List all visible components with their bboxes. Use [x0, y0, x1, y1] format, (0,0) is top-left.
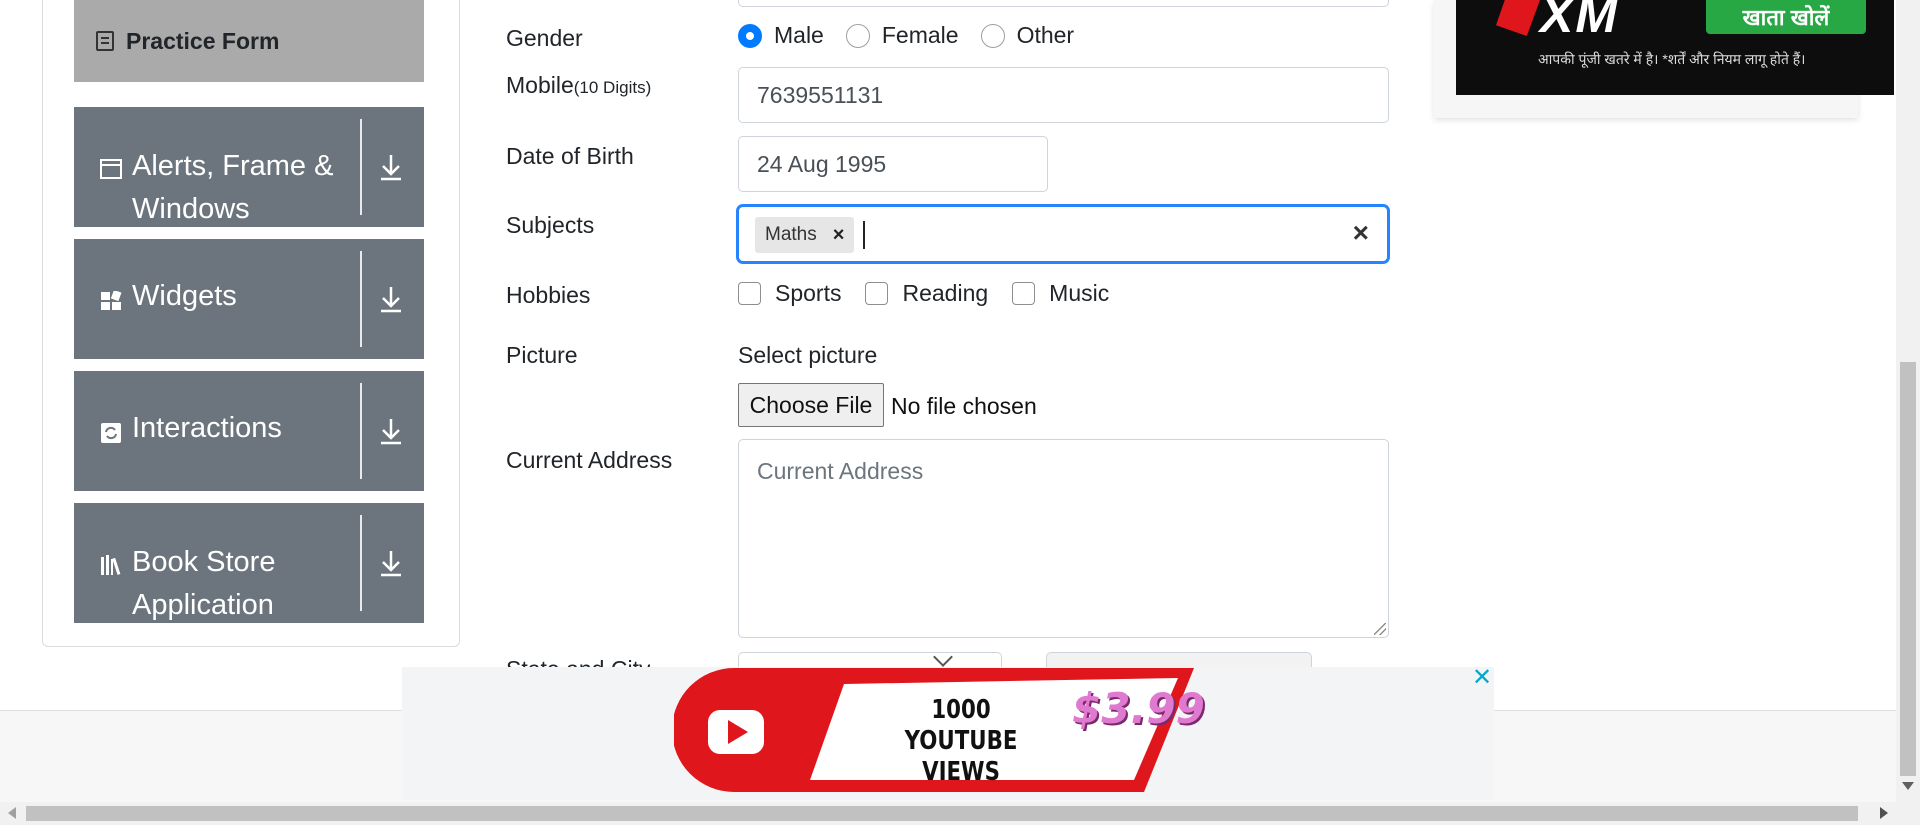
gender-radio-group: Male Female Other: [738, 22, 1096, 49]
widgets-icon: [101, 291, 122, 310]
divider: [360, 515, 362, 611]
books-icon: [101, 555, 121, 575]
dob-input[interactable]: 24 Aug 1995: [738, 136, 1048, 192]
download-icon[interactable]: [378, 285, 404, 313]
mobile-input[interactable]: 7639551131: [738, 67, 1389, 123]
email-field[interactable]: [738, 0, 1389, 7]
ad-headline: 1000 YOUTUBE VIEWS: [891, 695, 1030, 788]
horizontal-scrollbar[interactable]: [0, 802, 1920, 825]
radio-male[interactable]: [738, 23, 762, 48]
sidebar-item-practice-form[interactable]: Practice Form: [74, 0, 424, 82]
checkbox-label: Sports: [775, 280, 842, 306]
gender-male[interactable]: Male: [738, 22, 824, 49]
subjects-input[interactable]: Maths × ×: [737, 205, 1389, 263]
gender-female[interactable]: Female: [845, 22, 959, 49]
scroll-right-icon[interactable]: [1880, 807, 1888, 819]
radio-label: Other: [1016, 22, 1075, 48]
file-status: No file chosen: [891, 393, 1037, 419]
gender-label: Gender: [506, 25, 583, 51]
address-placeholder: Current Address: [757, 458, 924, 484]
sidebar-group-interactions[interactable]: Interactions: [74, 371, 424, 491]
checkbox-label: Music: [1049, 280, 1110, 306]
sidebar-group-label: Widgets: [132, 280, 237, 312]
checkbox-reading[interactable]: [865, 282, 889, 305]
scroll-down-icon[interactable]: [1902, 782, 1914, 790]
download-icon[interactable]: [378, 417, 404, 445]
download-icon[interactable]: [378, 153, 404, 181]
radio-female[interactable]: [845, 23, 870, 48]
mobile-label: Mobile(10 Digits): [506, 72, 651, 99]
sidebar-group-alerts[interactable]: Alerts, Frame & Windows: [74, 107, 424, 227]
choose-file-button[interactable]: Choose File: [738, 383, 884, 427]
hobbies-group: Sports Reading Music: [738, 280, 1133, 307]
sidebar-group-label: Book Store Application: [132, 546, 276, 621]
sidebar-group-widgets[interactable]: Widgets: [74, 239, 424, 359]
radio-label: Male: [774, 22, 824, 48]
ad-price: $3.99: [1072, 684, 1205, 733]
chip-remove-icon[interactable]: ×: [833, 224, 845, 247]
download-icon[interactable]: [378, 549, 404, 577]
mobile-value: 7639551131: [757, 81, 884, 108]
sidebar-item-label: Practice Form: [126, 27, 280, 54]
ad-cta-button[interactable]: खाता खोलें: [1706, 0, 1866, 34]
divider: [360, 119, 362, 215]
radio-other[interactable]: [980, 23, 1005, 48]
sidebar-group-label: Alerts, Frame & Windows: [132, 150, 334, 225]
picture-label: Picture: [506, 342, 578, 368]
subjects-label: Subjects: [506, 212, 595, 238]
scroll-left-icon[interactable]: [8, 807, 16, 819]
hobby-reading[interactable]: Reading: [865, 280, 988, 307]
hobby-sports[interactable]: Sports: [738, 280, 841, 307]
dob-label: Date of Birth: [506, 143, 634, 169]
chip-label: Maths: [765, 224, 817, 245]
hobby-music[interactable]: Music: [1012, 280, 1109, 307]
scroll-thumb[interactable]: [26, 806, 1858, 821]
hobbies-label: Hobbies: [506, 282, 591, 308]
checkbox-label: Reading: [902, 280, 989, 306]
form-icon: [96, 31, 114, 51]
top-ad-banner[interactable]: XM खाता खोलें आपकी पूंजी खतरे में है। *श…: [1456, 0, 1894, 95]
dob-value: 24 Aug 1995: [757, 150, 887, 177]
ad-fine-print: आपकी पूंजी खतरे में है। *शर्तें और नियम …: [1538, 51, 1806, 67]
scroll-thumb[interactable]: [1900, 362, 1916, 776]
address-textarea[interactable]: Current Address: [738, 439, 1389, 638]
interactions-icon: [101, 423, 121, 443]
ad-brand: XM: [1540, 0, 1619, 43]
checkbox-sports[interactable]: [738, 282, 761, 305]
ad-close-icon[interactable]: ✕: [1470, 666, 1494, 690]
clear-icon[interactable]: ×: [1353, 217, 1369, 249]
vertical-scrollbar[interactable]: [1896, 0, 1920, 802]
divider: [360, 251, 362, 347]
ad-line1: 1000: [931, 695, 991, 725]
checkbox-music[interactable]: [1012, 282, 1036, 305]
text-caret: [863, 221, 865, 249]
mobile-label-text: Mobile: [506, 72, 574, 98]
brand-logo-icon: [1496, 0, 1540, 36]
subject-chip: Maths ×: [755, 217, 855, 253]
window-icon: [100, 159, 122, 179]
radio-label: Female: [881, 22, 959, 48]
picture-prompt: Select picture: [738, 342, 878, 368]
ad-line2: YOUTUBE VIEWS: [904, 726, 1018, 787]
address-label: Current Address: [506, 447, 673, 473]
sidebar-group-label: Interactions: [132, 412, 282, 444]
resize-handle[interactable]: [1374, 623, 1386, 635]
mobile-hint: (10 Digits): [573, 78, 652, 97]
gender-other[interactable]: Other: [980, 22, 1075, 49]
divider: [360, 383, 362, 479]
sidebar-group-book-store[interactable]: Book Store Application: [74, 503, 424, 623]
